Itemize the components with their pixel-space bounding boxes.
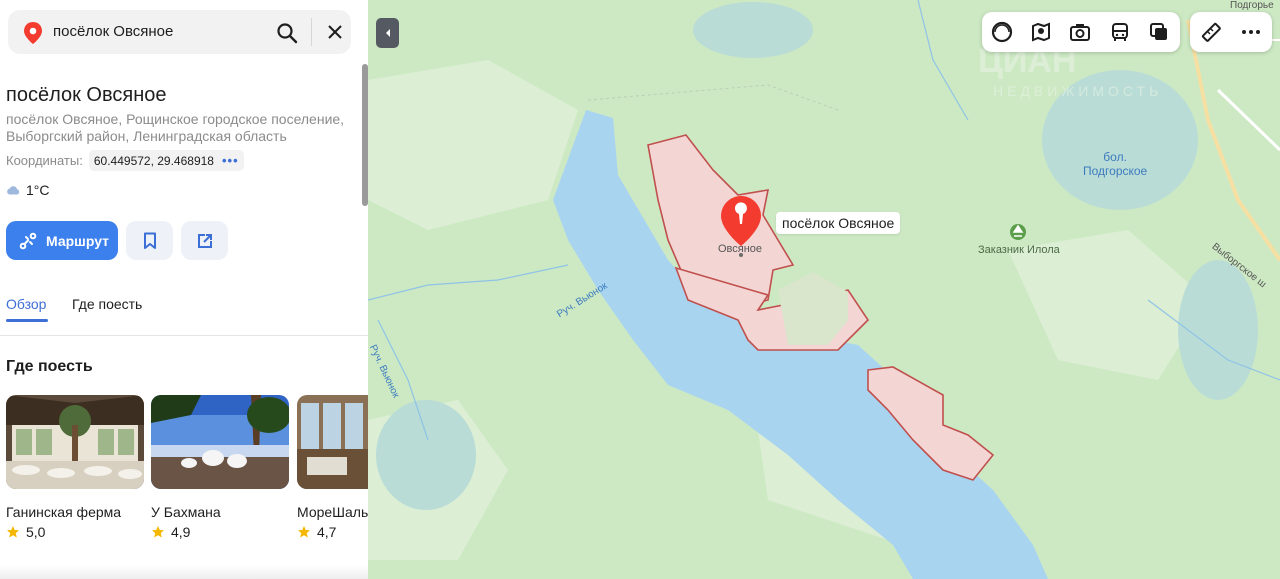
restaurant-rating: 4,7 [297, 524, 368, 540]
share-button[interactable] [181, 221, 228, 260]
weather: 1°C [6, 182, 50, 198]
close-icon[interactable] [326, 23, 344, 41]
coordinates-label: Координаты: [6, 153, 83, 168]
star-icon [298, 526, 310, 538]
weather-temp: 1°C [26, 182, 50, 198]
bookmark-button[interactable] [126, 221, 173, 260]
place-title: посёлок Овсяное [6, 84, 167, 106]
restaurant-card[interactable]: Ганинская ферма 5,0 [6, 395, 144, 540]
sidebar-footer-fade [0, 565, 368, 579]
map-toolbar-secondary [1190, 12, 1272, 52]
village-label: Овсяное [718, 243, 763, 255]
transit-icon[interactable] [1109, 21, 1131, 43]
active-tab-indicator [6, 319, 48, 322]
restaurant-card[interactable]: МореШаль 4,7 [297, 395, 368, 540]
restaurant-name: Ганинская ферма [6, 504, 122, 520]
restaurant-name: У Бахмана [151, 504, 221, 520]
tab-overview[interactable]: Обзор [6, 296, 46, 312]
coordinates-value: 60.449572, 29.468918 [93, 153, 214, 168]
place-address: посёлок Овсяное, Рощинское городское пос… [6, 111, 345, 144]
section-title: Где поесть [6, 358, 93, 375]
restaurant-photo [6, 395, 144, 489]
search-separator [311, 18, 312, 46]
bookmark-icon [143, 232, 156, 249]
more-dots-icon[interactable]: ••• [222, 153, 239, 168]
map-canvas[interactable]: ЦИАН НЕДВИЖИМОСТЬ Овсяное бол. Подгорско… [368, 0, 1280, 579]
panorama-icon[interactable] [1030, 21, 1052, 43]
restaurant-photo [297, 395, 368, 489]
restaurant-name: МореШаль [297, 504, 368, 520]
divider [0, 335, 368, 336]
reserve-label: Заказник Илола [978, 244, 1060, 256]
layers-icon[interactable] [991, 21, 1013, 43]
route-icon [19, 232, 37, 249]
tab-where-to-eat[interactable]: Где поесть [72, 296, 142, 312]
map-toolbar [982, 12, 1180, 52]
restaurant-photo [151, 395, 289, 489]
more-icon[interactable] [1240, 21, 1262, 43]
photo-icon[interactable] [1069, 21, 1091, 43]
map-style-icon[interactable] [1148, 21, 1170, 43]
search-input[interactable]: посёлок Овсяное [53, 23, 173, 40]
sidebar: посёлок Овсяное посёлок Овсяное посёлок … [0, 0, 368, 579]
rating-value: 4,7 [317, 524, 337, 540]
search-bar[interactable]: посёлок Овсяное [8, 10, 351, 54]
swamp-label: бол. Подгорское [1083, 150, 1148, 178]
search-icon[interactable] [276, 22, 298, 44]
collapse-sidebar-button[interactable] [376, 18, 399, 48]
svg-text:НЕДВИЖИМОСТЬ: НЕДВИЖИМОСТЬ [993, 83, 1162, 99]
restaurant-rating: 5,0 [6, 524, 144, 540]
star-icon [152, 526, 164, 538]
coordinates-row: Координаты: 60.449572, 29.468918 ••• [6, 150, 244, 171]
chevron-left-icon [385, 29, 390, 37]
cloud-icon [7, 186, 20, 195]
top-corner-label: Подгорье [1230, 0, 1274, 11]
coordinates-value-chip[interactable]: 60.449572, 29.468918 ••• [88, 150, 244, 171]
pin-label[interactable]: посёлок Овсяное [776, 212, 901, 234]
restaurant-card[interactable]: У Бахмана 4,9 [151, 395, 289, 540]
ruler-icon[interactable] [1200, 21, 1222, 43]
rating-value: 4,9 [171, 524, 191, 540]
route-button-label: Маршрут [46, 232, 110, 249]
rating-value: 5,0 [26, 524, 46, 540]
share-icon [197, 233, 212, 248]
location-pin-icon [24, 22, 42, 44]
map-base: ЦИАН НЕДВИЖИМОСТЬ [368, 0, 1280, 579]
star-icon [7, 526, 19, 538]
restaurant-rating: 4,9 [151, 524, 289, 540]
route-button[interactable]: Маршрут [6, 221, 118, 260]
